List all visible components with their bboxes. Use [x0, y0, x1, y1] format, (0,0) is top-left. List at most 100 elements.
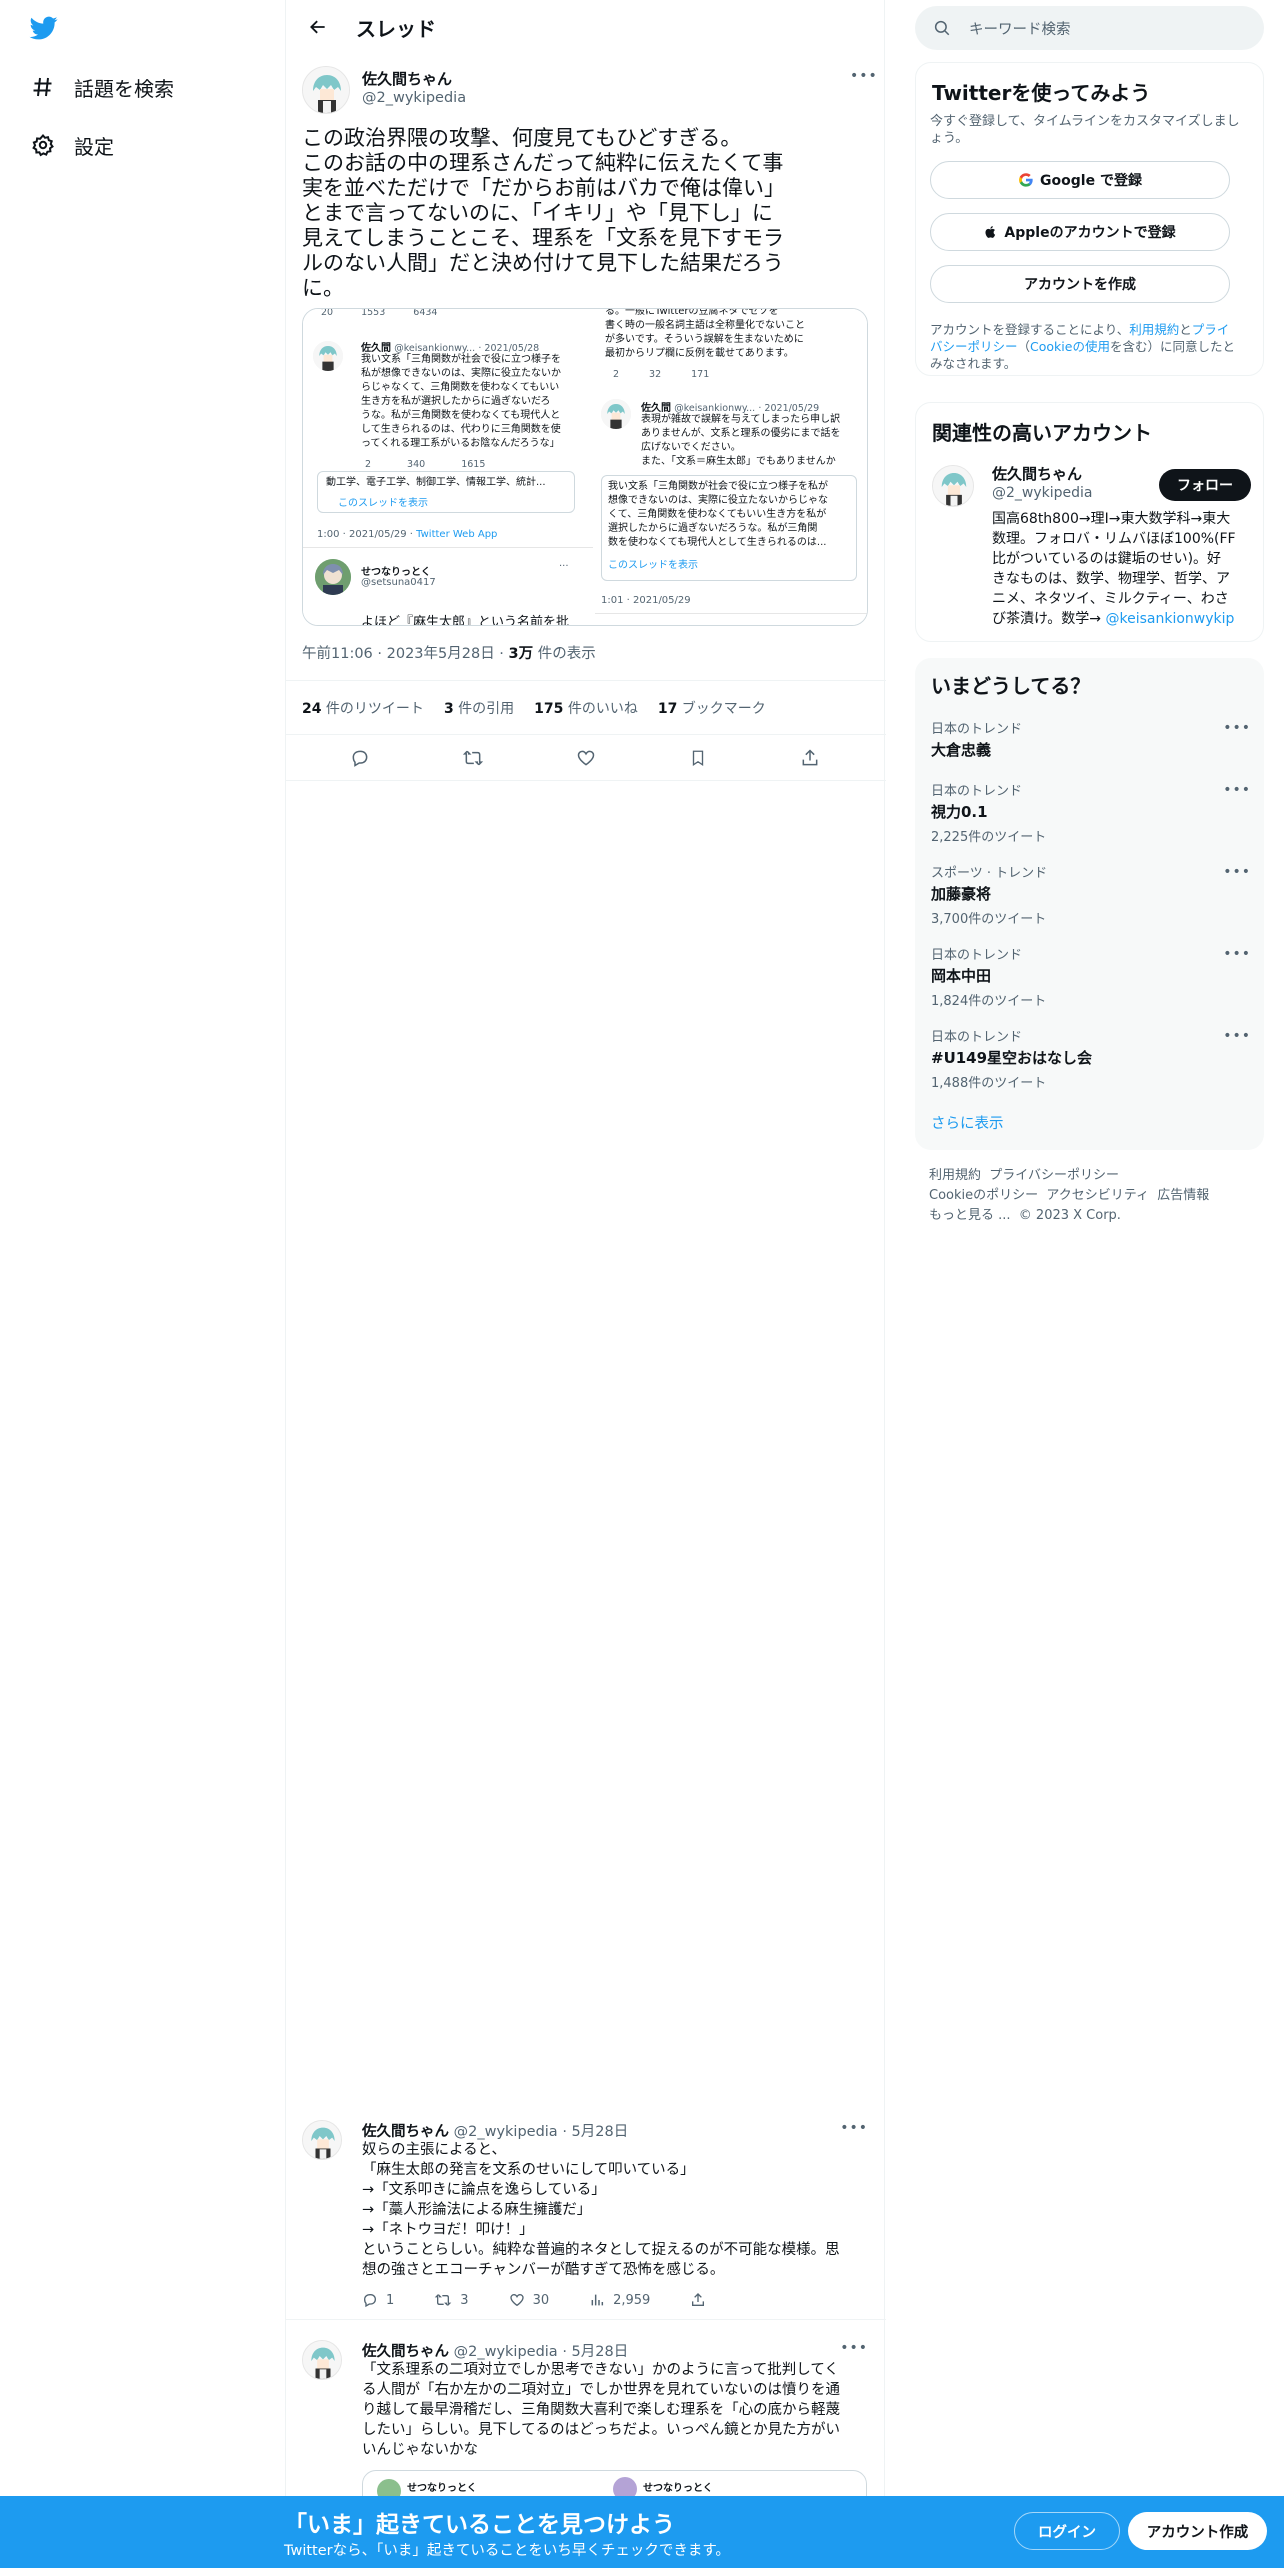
- author-handle[interactable]: @2_wykipedia: [362, 90, 466, 106]
- embed-name: せつなりっとく: [643, 2483, 713, 2494]
- views-button[interactable]: 2,959: [589, 2292, 650, 2308]
- footer-more-link[interactable]: もっと見る ...: [929, 1208, 1011, 1223]
- retweet-button[interactable]: 3: [434, 2292, 469, 2308]
- like-icon: [509, 2293, 524, 2307]
- tweet-media[interactable]: 20 1553 6434 佐久間 @keisankionwy... · 2021…: [302, 308, 868, 626]
- retweet-count[interactable]: 24 件のリツイート: [302, 698, 424, 718]
- retweet-icon[interactable]: [461, 746, 485, 770]
- tweet-line: 実を並べただけで「だからお前はバカで俺は偉い」: [302, 176, 785, 200]
- more-icon: ···: [559, 561, 569, 572]
- follow-button[interactable]: フォロー: [1159, 469, 1251, 501]
- media-image-right[interactable]: る。一般にTwitterの豆腐ネタでセソを 書く時の一般名詞主語は全称量化でない…: [595, 308, 867, 625]
- card-title: 関連性の高いアカウント: [932, 421, 1152, 445]
- share-icon[interactable]: [798, 746, 822, 770]
- shot-text: 表現が雑故で誤解を与えてしまったら申し訳 ありませんが、文系と理系の優劣にまで話…: [641, 414, 841, 467]
- thread-header: スレッド: [286, 0, 886, 54]
- like-icon[interactable]: [574, 746, 598, 770]
- more-icon[interactable]: •••: [1223, 782, 1251, 798]
- media-image-left[interactable]: 20 1553 6434 佐久間 @keisankionwy... · 2021…: [303, 308, 593, 625]
- card-title: いまどうしてる？: [931, 674, 1091, 698]
- twitter-logo-icon[interactable]: [28, 14, 64, 44]
- copyright: © 2023 X Corp.: [1018, 1208, 1121, 1223]
- privacy-link[interactable]: バシーポリシー: [930, 339, 1018, 354]
- bottom-bar-subtitle: Twitterなら、「いま」起きていることをいち早くチェックできます。: [284, 2543, 730, 2559]
- author-name[interactable]: 佐久間ちゃん: [362, 68, 452, 89]
- share-icon[interactable]: [690, 2292, 714, 2308]
- like-count[interactable]: 175 件のいいね: [534, 698, 638, 718]
- shot-author: 佐久間 @keisankionwy... · 2021/05/29: [641, 403, 820, 414]
- bookmark-icon[interactable]: [686, 746, 710, 770]
- trend-item[interactable]: 日本のトレンド #U149星空おはなし会 1,488件のツイート •••: [931, 1026, 1251, 1091]
- tweet-time[interactable]: 午前11:06: [302, 646, 373, 662]
- related-name[interactable]: 佐久間ちゃん: [992, 463, 1082, 484]
- more-icon[interactable]: •••: [840, 2340, 868, 2356]
- shot-footer: 1:00 · 2021/05/29 · Twitter Web App: [317, 529, 498, 540]
- views-label: 件の表示: [533, 646, 596, 662]
- quote-count[interactable]: 3 件の引用: [444, 698, 514, 718]
- trend-item[interactable]: 日本のトレンド 視力0.1 2,225件のツイート •••: [931, 780, 1251, 845]
- trend-item[interactable]: 日本のトレンド 大倉忠義 •••: [931, 718, 1251, 760]
- nav-item-explore[interactable]: 話題を検索: [30, 67, 174, 107]
- tweet-line: ルのない人間」だと決め付けて見下した結果だろう: [302, 251, 784, 275]
- signup-button[interactable]: アカウント作成: [1128, 2512, 1267, 2550]
- gear-icon: [30, 132, 56, 158]
- avatar: [313, 341, 343, 371]
- like-button[interactable]: 30: [509, 2292, 549, 2308]
- terms-link[interactable]: 利用規約: [1129, 322, 1179, 337]
- reply-author[interactable]: 佐久間ちゃん @2_wykipedia · 5月28日: [362, 2340, 628, 2361]
- avatar[interactable]: [302, 2340, 342, 2380]
- shot-counts: 20 1553 6434: [321, 308, 438, 318]
- cookie-link[interactable]: Cookieの使用: [1030, 339, 1110, 354]
- footer-link[interactable]: 利用規約: [929, 1168, 981, 1183]
- reply-icon[interactable]: [348, 746, 372, 770]
- trends-card: いまどうしてる？ 日本のトレンド 大倉忠義 ••• 日本のトレンド 視力0.1 …: [915, 658, 1264, 1150]
- google-signup-button[interactable]: Google で登録: [930, 161, 1230, 199]
- trend-item[interactable]: 日本のトレンド 岡本中田 1,824件のツイート •••: [931, 944, 1251, 1009]
- avatar[interactable]: [302, 2120, 342, 2160]
- shot-footer: 1:01 · 2021/05/29: [601, 595, 691, 606]
- apple-signup-button[interactable]: Appleのアカウントで登録: [930, 213, 1230, 251]
- privacy-link[interactable]: プライ: [1192, 322, 1230, 337]
- terms-text: アカウントを登録することにより、利用規約とプライ バシーポリシー（Cookieの使…: [930, 322, 1235, 371]
- left-nav: 話題を検索 設定: [0, 0, 285, 2568]
- search-placeholder: キーワード検索: [969, 21, 1071, 38]
- reply-tweet[interactable]: 佐久間ちゃん @2_wykipedia · 5月28日 ••• 奴らの主張による…: [286, 2108, 886, 2320]
- more-icon[interactable]: •••: [1223, 720, 1251, 736]
- reply-author[interactable]: 佐久間ちゃん @2_wykipedia · 5月28日: [362, 2120, 628, 2141]
- more-icon[interactable]: •••: [1223, 864, 1251, 880]
- shot-user2-handle: @setsuna0417: [361, 577, 436, 588]
- tweet-actions: [286, 735, 886, 781]
- tweet-stats: 24 件のリツイート 3 件の引用 175 件のいいね 17 ブックマーク: [286, 680, 886, 735]
- bio-link[interactable]: @keisankionwykip: [1105, 611, 1234, 627]
- show-more-link[interactable]: さらに表示: [931, 1112, 1004, 1133]
- more-icon[interactable]: •••: [1223, 1028, 1251, 1044]
- card-title: Twitterを使ってみよう: [932, 81, 1151, 105]
- more-icon[interactable]: •••: [850, 68, 878, 84]
- tweet-date[interactable]: 2023年5月28日: [387, 646, 495, 662]
- avatar[interactable]: [932, 465, 974, 507]
- tweet-line: とまで言ってないのに、「イキリ」や「見下し」に: [302, 201, 773, 225]
- footer-link[interactable]: 広告情報: [1157, 1188, 1209, 1203]
- login-button[interactable]: ログイン: [1014, 2512, 1120, 2550]
- reply-button[interactable]: 1: [362, 2292, 394, 2308]
- views-icon: [591, 2294, 604, 2306]
- back-arrow-icon[interactable]: [300, 9, 336, 45]
- avatar: [315, 559, 351, 595]
- footer-link[interactable]: アクセシビリティ: [1046, 1188, 1149, 1203]
- more-icon[interactable]: •••: [1223, 946, 1251, 962]
- avatar[interactable]: [302, 66, 350, 114]
- shot-text: る。一般にTwitterの豆腐ネタでセソを 書く時の一般名詞主語は全称量化でない…: [605, 308, 805, 359]
- more-icon[interactable]: •••: [840, 2120, 868, 2136]
- create-account-button[interactable]: アカウントを作成: [930, 265, 1230, 303]
- apple-icon: [985, 226, 996, 238]
- footer-link[interactable]: プライバシーポリシー: [989, 1168, 1119, 1183]
- trend-item[interactable]: スポーツ · トレンド 加藤豪将 3,700件のツイート •••: [931, 862, 1251, 927]
- nav-item-settings[interactable]: 設定: [30, 125, 114, 165]
- related-handle[interactable]: @2_wykipedia: [992, 485, 1093, 501]
- footer-link[interactable]: Cookieのポリシー: [929, 1188, 1038, 1203]
- search-input[interactable]: キーワード検索: [915, 6, 1264, 50]
- bottom-signup-bar: 「いま」起きていることを見つけよう Twitterなら、「いま」起きていることを…: [0, 2496, 1284, 2568]
- embed-name: せつなりっとく: [407, 2483, 477, 2494]
- shot-text: 我い文系「三角関数が社会で役に立つ様子を 私が想像できないのは、実際に役立たない…: [361, 354, 561, 449]
- reply-text: 奴らの主張によると、 「麻生太郎の発言を文系のせいにして叩いている」 →「文系叩…: [362, 2142, 840, 2278]
